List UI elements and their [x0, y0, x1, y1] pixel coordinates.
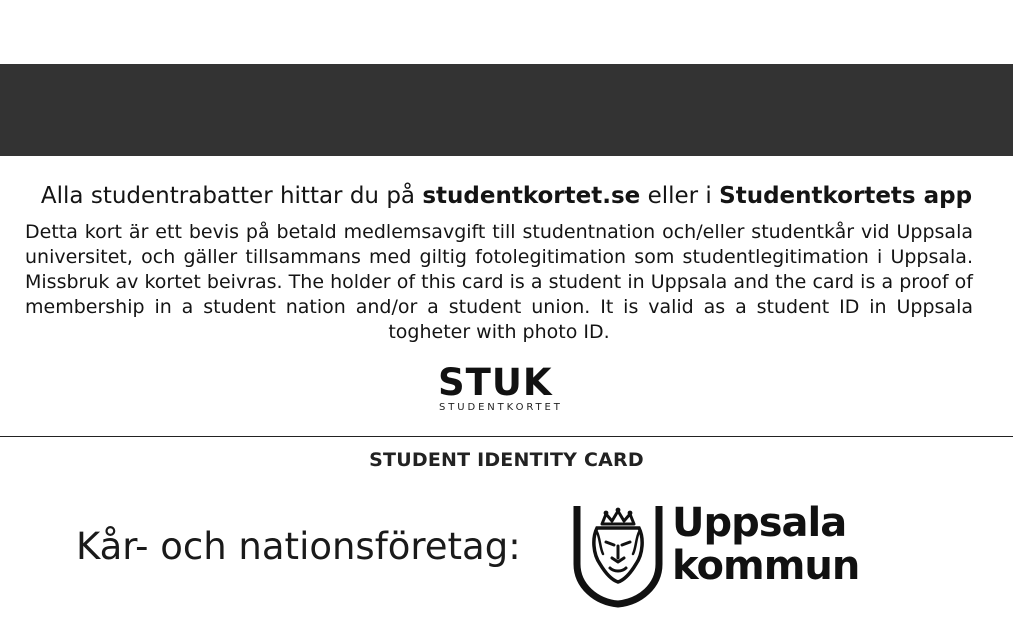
uppsala-kommun-wordmark: Uppsala kommun: [672, 500, 860, 589]
website-link[interactable]: studentkortet.se: [422, 183, 640, 209]
app-name: Studentkortets app: [719, 183, 973, 209]
uppsala-kommun-logo: Uppsala kommun: [572, 502, 862, 608]
card-type-label: STUDENT IDENTITY CARD: [369, 449, 644, 471]
stuk-logo-word: STUK: [438, 361, 553, 404]
uppsala-kommun-line2: kommun: [672, 543, 860, 589]
lion-crown-shield-icon: [573, 506, 663, 608]
card-terms-text: Detta kort är ett bevis på betald medlem…: [25, 221, 973, 343]
sponsor-label: Kår- och nationsföretag:: [76, 525, 521, 568]
uppsala-kommun-line1: Uppsala: [672, 500, 847, 546]
headline-prefix: Alla studentrabatter hittar du på: [40, 183, 423, 209]
stuk-logo: STUK STUDENTKORTET: [438, 361, 576, 414]
headline-middle: eller i: [640, 183, 720, 209]
divider: [0, 436, 1013, 437]
discount-headline: Alla studentrabatter hittar du på studen…: [0, 182, 1013, 210]
stuk-logo-subtitle: STUDENTKORTET: [439, 402, 563, 413]
magnetic-stripe: [0, 64, 1013, 156]
student-card-back: Alla studentrabatter hittar du på studen…: [0, 0, 1013, 638]
